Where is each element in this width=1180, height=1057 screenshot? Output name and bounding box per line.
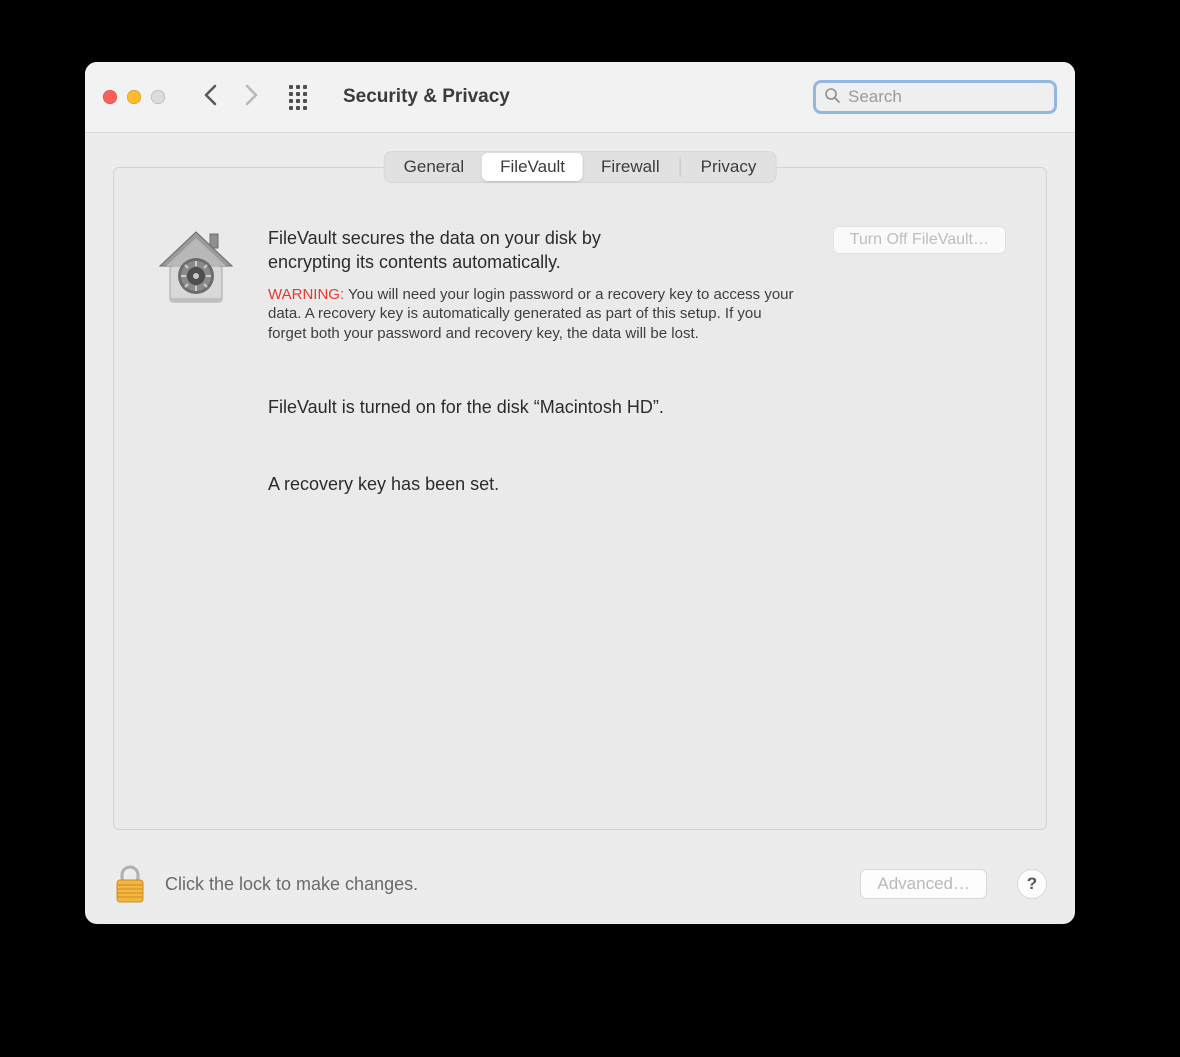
warning-label: WARNING:	[268, 286, 344, 303]
nav-arrows	[201, 83, 261, 112]
tab-bar: General FileVault Firewall Privacy	[384, 151, 777, 183]
filevault-warning: WARNING: You will need your login passwo…	[268, 285, 803, 344]
titlebar: Security & Privacy	[85, 62, 1075, 133]
zoom-window-button[interactable]	[151, 90, 165, 104]
show-all-prefs-button[interactable]	[289, 85, 311, 110]
tab-privacy[interactable]: Privacy	[683, 153, 775, 181]
tab-separator	[680, 157, 681, 177]
footer: Click the lock to make changes. Advanced…	[85, 850, 1075, 924]
back-button[interactable]	[201, 83, 221, 112]
preferences-window: Security & Privacy General FileVault Fir…	[85, 62, 1075, 924]
tab-general[interactable]: General	[386, 153, 482, 181]
turn-off-filevault-button: Turn Off FileVault…	[833, 226, 1006, 254]
content-area: General FileVault Firewall Privacy	[85, 133, 1075, 850]
tab-filevault[interactable]: FileVault	[482, 153, 583, 181]
tab-firewall[interactable]: Firewall	[583, 153, 678, 181]
filevault-header-row: FileVault secures the data on your disk …	[154, 226, 1006, 495]
lock-icon[interactable]	[113, 864, 147, 904]
filevault-status-on: FileVault is turned on for the disk “Mac…	[268, 397, 803, 418]
filevault-icon	[154, 226, 238, 310]
forward-button	[241, 83, 261, 112]
warning-text: You will need your login password or a r…	[268, 286, 794, 342]
traffic-lights	[103, 90, 165, 104]
filevault-text-column: FileVault secures the data on your disk …	[268, 226, 803, 495]
lock-hint-text: Click the lock to make changes.	[165, 874, 842, 895]
search-field[interactable]	[813, 80, 1057, 114]
minimize-window-button[interactable]	[127, 90, 141, 104]
window-title: Security & Privacy	[343, 86, 801, 108]
advanced-button: Advanced…	[860, 869, 987, 899]
filevault-recovery-status: A recovery key has been set.	[268, 474, 803, 495]
filevault-description: FileVault secures the data on your disk …	[268, 226, 668, 275]
help-button[interactable]: ?	[1017, 869, 1047, 899]
close-window-button[interactable]	[103, 90, 117, 104]
filevault-pane: General FileVault Firewall Privacy	[113, 167, 1047, 830]
search-icon	[824, 87, 840, 108]
search-input[interactable]	[846, 86, 1046, 108]
